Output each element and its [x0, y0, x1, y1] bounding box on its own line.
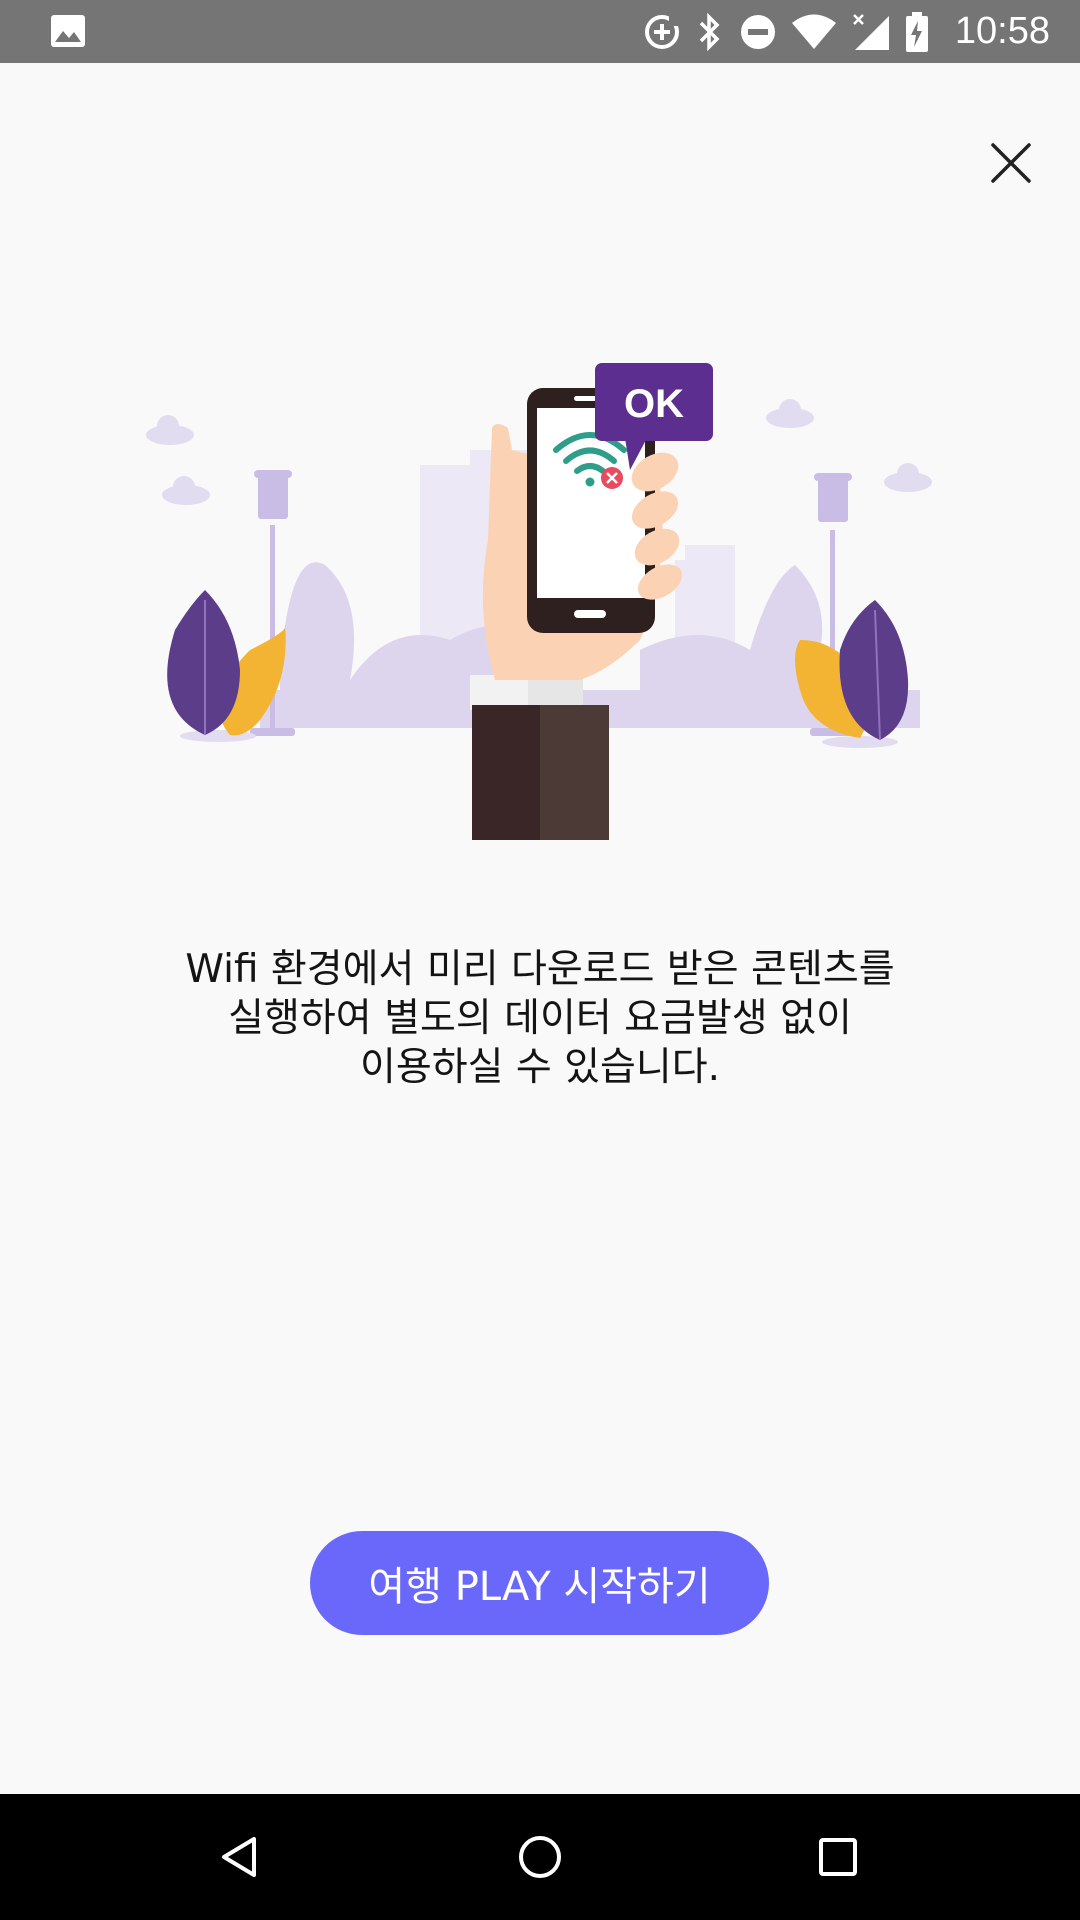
- do-not-disturb-icon: [740, 14, 775, 49]
- back-icon: [222, 1837, 256, 1877]
- home-button[interactable]: [510, 1827, 570, 1887]
- battery-charging-icon: [905, 11, 928, 52]
- home-icon: [519, 1836, 561, 1878]
- close-icon: [991, 143, 1031, 183]
- recents-icon: [819, 1838, 857, 1876]
- bluetooth-icon: [699, 12, 720, 51]
- recents-button[interactable]: [808, 1827, 868, 1887]
- data-saver-icon: [644, 14, 679, 49]
- offline-play-illustration: OK: [146, 363, 932, 840]
- image-icon: [51, 15, 85, 47]
- description-line: 이용하실 수 있습니다.: [359, 1045, 721, 1090]
- description-line: 실행하여 별도의 데이터 요금발생 없이: [228, 996, 852, 1041]
- description-line: Wifi 환경에서 미리 다운로드 받은 콘텐츠를: [185, 947, 895, 992]
- status-bar: 10:58: [0, 0, 1080, 63]
- back-button[interactable]: [210, 1827, 270, 1887]
- close-button[interactable]: [985, 137, 1037, 189]
- status-icons: 10:58: [643, 0, 1050, 63]
- cellular-no-signal-icon: [853, 13, 889, 50]
- bubble-text: OK: [624, 382, 684, 426]
- description-text: Wifi 환경에서 미리 다운로드 받은 콘텐츠를 실행하여 별도의 데이터 요…: [0, 945, 1080, 1092]
- navigation-bar: [0, 1794, 1080, 1920]
- status-time: 10:58: [954, 10, 1050, 52]
- wifi-icon: [791, 14, 836, 49]
- start-travel-play-button[interactable]: 여행 PLAY 시작하기: [310, 1531, 769, 1635]
